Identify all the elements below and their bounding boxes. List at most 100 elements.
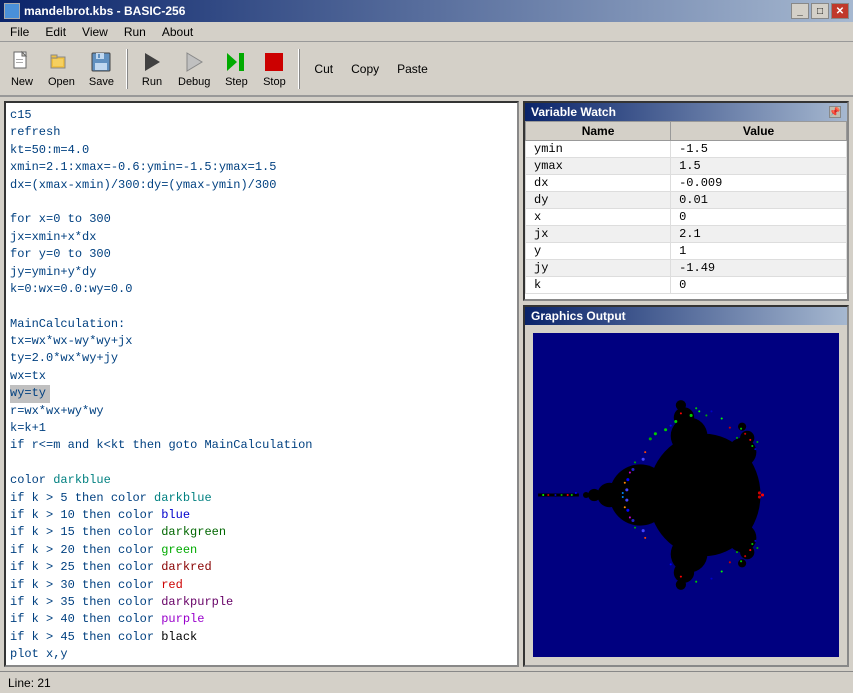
code-line: MainCalculation: — [10, 316, 513, 333]
new-button[interactable]: New — [4, 48, 40, 90]
code-line: jx=xmin+x*dx — [10, 229, 513, 246]
variable-row: dy0.01 — [526, 192, 847, 209]
variable-value: 2.1 — [671, 226, 847, 243]
variable-name: jy — [526, 260, 671, 277]
code-line: k=0:wx=0.0:wy=0.0 — [10, 281, 513, 298]
variable-name: ymax — [526, 158, 671, 175]
variable-row: dx-0.009 — [526, 175, 847, 192]
paste-button[interactable]: Paste — [389, 58, 436, 80]
separator-2 — [298, 49, 300, 89]
variable-watch-title: Variable Watch — [531, 105, 616, 119]
separator-1 — [126, 49, 128, 89]
variable-row: k0 — [526, 277, 847, 294]
open-icon — [49, 50, 73, 74]
menu-file[interactable]: File — [2, 23, 37, 41]
code-line: dx=(xmax-xmin)/300:dy=(ymax-ymin)/300 — [10, 177, 513, 194]
copy-button[interactable]: Copy — [343, 58, 387, 80]
code-line: wx=tx — [10, 368, 513, 385]
menu-view[interactable]: View — [74, 23, 116, 41]
code-line: if k > 10 then color blue — [10, 507, 513, 524]
code-line: if k > 40 then color purple — [10, 611, 513, 628]
variable-name: dy — [526, 192, 671, 209]
new-icon — [10, 50, 34, 74]
save-button[interactable]: Save — [83, 48, 120, 90]
variable-watch-panel: Variable Watch 📌 Name Value ymin-1.5ymax… — [523, 101, 849, 301]
status-bar: Line: 21 — [0, 671, 853, 693]
run-icon — [140, 50, 164, 74]
variable-name: k — [526, 277, 671, 294]
step-label: Step — [225, 76, 248, 88]
code-line: ty=2.0*wx*wy+jy — [10, 350, 513, 367]
toolbar: New Open Save Run Debug — [0, 42, 853, 97]
variable-watch-header: Variable Watch 📌 — [525, 103, 847, 121]
col-value: Value — [671, 122, 847, 141]
code-line-highlighted: wy=ty — [10, 385, 50, 402]
code-line: for x=0 to 300 — [10, 211, 513, 228]
close-button[interactable]: ✕ — [831, 3, 849, 19]
menu-bar: File Edit View Run About — [0, 22, 853, 42]
menu-edit[interactable]: Edit — [37, 23, 74, 41]
debug-button[interactable]: Debug — [172, 48, 216, 90]
code-line: next y — [10, 664, 513, 666]
code-line: refresh — [10, 124, 513, 141]
menu-run[interactable]: Run — [116, 23, 154, 41]
stop-button[interactable]: Stop — [256, 48, 292, 90]
step-icon — [224, 50, 248, 74]
cut-button[interactable]: Cut — [306, 58, 341, 80]
code-line: r=wx*wx+wy*wy — [10, 403, 513, 420]
variable-name: x — [526, 209, 671, 226]
code-line: kt=50:m=4.0 — [10, 142, 513, 159]
code-line — [10, 194, 513, 211]
code-line: if r<=m and k<kt then goto MainCalculati… — [10, 437, 513, 454]
code-line — [10, 298, 513, 315]
variable-name: y — [526, 243, 671, 260]
code-line: jy=ymin+y*dy — [10, 264, 513, 281]
run-label: Run — [142, 76, 162, 88]
variable-name: jx — [526, 226, 671, 243]
code-line: for y=0 to 300 — [10, 246, 513, 263]
graphics-output-panel: Graphics Output — [523, 305, 849, 667]
stop-label: Stop — [263, 76, 286, 88]
menu-about[interactable]: About — [154, 23, 201, 41]
variable-row: ymax1.5 — [526, 158, 847, 175]
save-label: Save — [89, 76, 114, 88]
code-pane: c15 refresh kt=50:m=4.0 xmin=2.1:xmax=-0… — [4, 101, 519, 667]
app-icon — [4, 3, 20, 19]
code-line: tx=wx*wx-wy*wy+jx — [10, 333, 513, 350]
variable-name: ymin — [526, 141, 671, 158]
maximize-button[interactable]: □ — [811, 3, 829, 19]
variable-value: 0 — [671, 209, 847, 226]
window-title: mandelbrot.kbs - BASIC-256 — [24, 4, 185, 18]
status-text: Line: 21 — [8, 676, 51, 690]
code-line: if k > 20 then color green — [10, 542, 513, 559]
stop-icon — [262, 50, 286, 74]
right-pane: Variable Watch 📌 Name Value ymin-1.5ymax… — [523, 101, 849, 667]
save-icon — [89, 50, 113, 74]
step-button[interactable]: Step — [218, 48, 254, 90]
title-bar: mandelbrot.kbs - BASIC-256 _ □ ✕ — [0, 0, 853, 22]
variable-value: -0.009 — [671, 175, 847, 192]
code-line: if k > 5 then color darkblue — [10, 490, 513, 507]
graphics-output-header: Graphics Output — [525, 307, 847, 325]
code-line: k=k+1 — [10, 420, 513, 437]
variable-value: -1.5 — [671, 141, 847, 158]
variable-watch-pin-icon[interactable]: 📌 — [829, 106, 841, 118]
debug-icon — [182, 50, 206, 74]
main-content: c15 refresh kt=50:m=4.0 xmin=2.1:xmax=-0… — [0, 97, 853, 671]
open-button[interactable]: Open — [42, 48, 81, 90]
variable-row: x0 — [526, 209, 847, 226]
minimize-button[interactable]: _ — [791, 3, 809, 19]
code-line: if k > 35 then color darkpurple — [10, 594, 513, 611]
variable-value: -1.49 — [671, 260, 847, 277]
code-editor[interactable]: c15 refresh kt=50:m=4.0 xmin=2.1:xmax=-0… — [6, 103, 517, 665]
run-button[interactable]: Run — [134, 48, 170, 90]
code-line — [10, 455, 513, 472]
col-name: Name — [526, 122, 671, 141]
new-label: New — [11, 76, 33, 88]
variable-table: Name Value ymin-1.5ymax1.5dx-0.009dy0.01… — [525, 121, 847, 299]
variable-value: 1 — [671, 243, 847, 260]
code-line: color darkblue — [10, 472, 513, 489]
code-line: if k > 30 then color red — [10, 577, 513, 594]
window-controls: _ □ ✕ — [791, 3, 849, 19]
code-line: if k > 45 then color black — [10, 629, 513, 646]
